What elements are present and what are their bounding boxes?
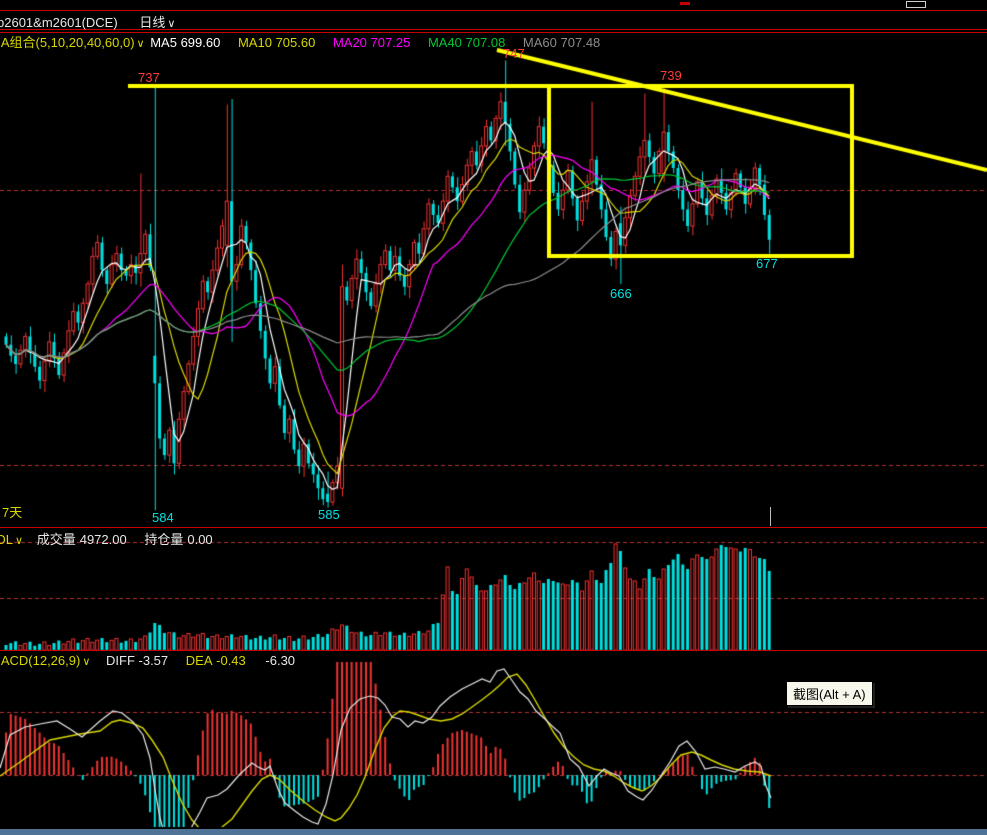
ma20-value: MA20 707.25 [333, 35, 410, 50]
volume-value: 4972.00 [80, 532, 127, 547]
volume-header-row: VOL∨ 成交量 4972.00 持仓量 0.00 [0, 529, 987, 548]
ma60-value: MA60 707.48 [523, 35, 600, 50]
price-label-737: 737 [138, 70, 160, 85]
ma5-value: MA5 699.60 [150, 35, 220, 50]
volume-label: 成交量 [37, 532, 76, 547]
price-label-585: 585 [318, 507, 340, 522]
chevron-down-icon[interactable]: ∨ [165, 18, 177, 30]
dea-value: DEA -0.43 [186, 653, 246, 668]
macd-value: -6.30 [265, 653, 295, 668]
open-interest-value: 0.00 [187, 532, 212, 547]
open-interest-label: 持仓量 [144, 532, 183, 547]
ma-legend-row: MA组合(5,10,20,40,60,0)∨ MA5 699.60 MA10 7… [0, 32, 987, 51]
period-label[interactable]: 日线 [139, 15, 165, 30]
price-label-747: 747 [503, 46, 525, 61]
screenshot-tooltip[interactable]: 截图(Alt + A) [786, 681, 873, 706]
chevron-down-icon: ∨ [13, 535, 25, 547]
current-bar-tick [770, 507, 771, 526]
contract-symbol: b2601&m2601(DCE) [0, 15, 118, 30]
ma10-value: MA10 705.60 [238, 35, 315, 50]
ma40-value: MA40 707.08 [428, 35, 505, 50]
macd-indicator-selector[interactable]: MACD(12,26,9)∨ [0, 653, 92, 668]
title-row: b2601&m2601(DCE) 日线∨ [0, 12, 987, 31]
period-selector[interactable]: 日线∨ [139, 15, 177, 30]
price-label-677: 677 [756, 256, 778, 271]
chart-canvas [0, 0, 987, 835]
titlebar-red-mark [680, 2, 690, 5]
days-count-label: 7天 [2, 502, 22, 521]
trading-app-window: b2601&m2601(DCE) 日线∨ MA组合(5,10,20,40,60,… [0, 0, 987, 835]
bottom-window-strip [0, 829, 987, 835]
chevron-down-icon: ∨ [80, 656, 92, 668]
price-label-584: 584 [152, 510, 174, 525]
diff-value: DIFF -3.57 [106, 653, 168, 668]
ma-indicator-selector[interactable]: MA组合(5,10,20,40,60,0)∨ [0, 35, 147, 50]
separator-volume-panel [0, 527, 987, 528]
macd-header-row: MACD(12,26,9)∨ DIFF -3.57 DEA -0.43 -6.3… [0, 653, 987, 668]
price-label-739: 739 [660, 68, 682, 83]
separator-macd-panel [0, 650, 987, 651]
titlebar-white-mark [906, 1, 926, 8]
chevron-down-icon: ∨ [135, 38, 147, 50]
price-label-666: 666 [610, 286, 632, 301]
separator-top [0, 10, 987, 11]
volume-indicator-selector[interactable]: VOL∨ [0, 532, 25, 547]
